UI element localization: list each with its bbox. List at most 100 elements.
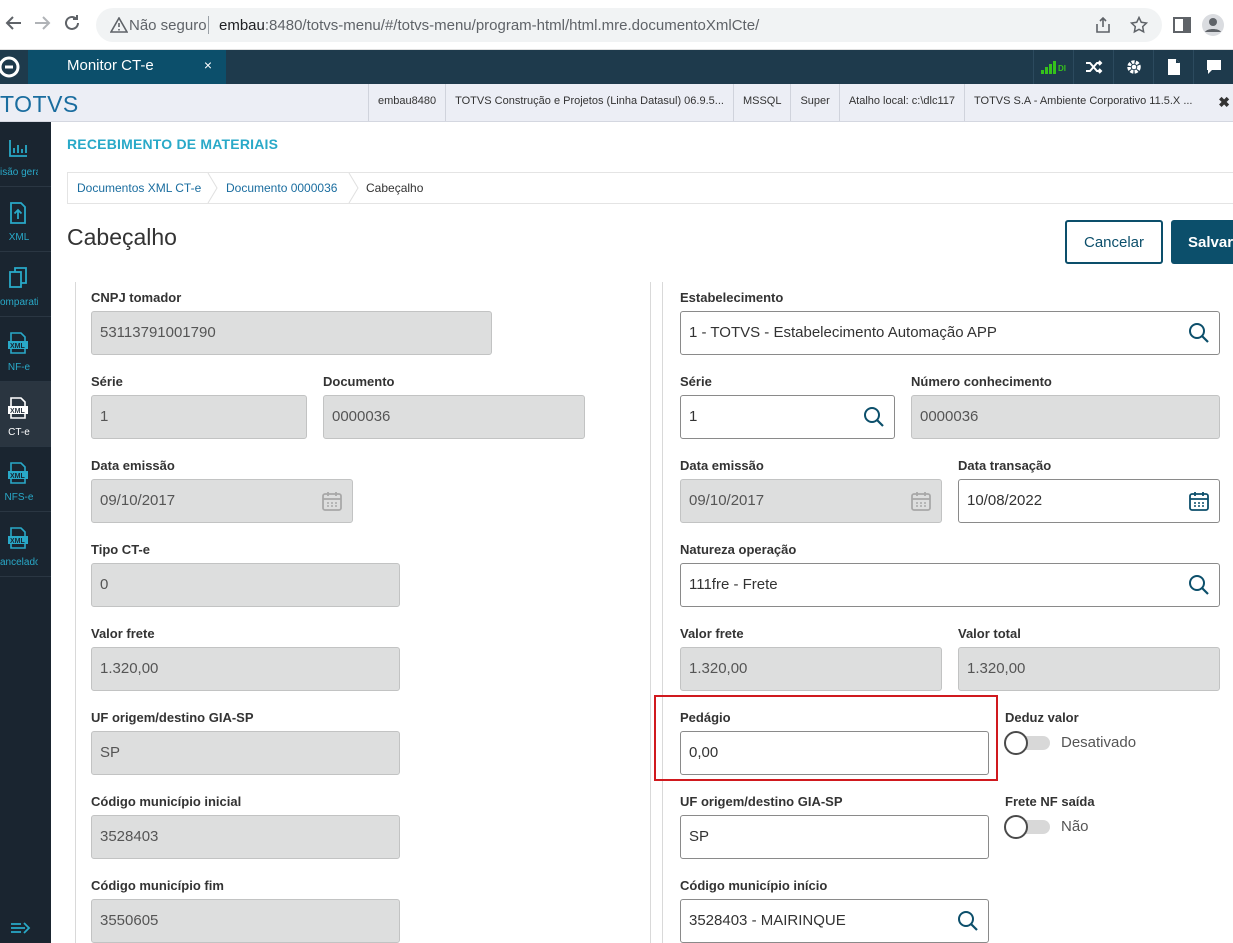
- uf-origem-destino-label: UF origem/destino GIA-SP: [91, 710, 254, 725]
- field-value: SP: [100, 744, 121, 761]
- search-icon[interactable]: [957, 910, 979, 932]
- tab-monitor-cte[interactable]: Monitor CT-e ×: [28, 50, 226, 84]
- data-emissao-label: Data emissão: [680, 458, 764, 473]
- field-value: 3528403: [100, 828, 159, 845]
- back-icon[interactable]: [2, 13, 26, 37]
- document-icon[interactable]: [1153, 50, 1193, 84]
- svg-text:XML: XML: [10, 538, 26, 545]
- xml-file-icon: XML: [8, 462, 28, 484]
- breadcrumb-documentos-xml-cte[interactable]: Documentos XML CT-e: [77, 181, 201, 195]
- field-value: SP: [689, 828, 710, 845]
- data-transacao-input[interactable]: 10/08/2022: [958, 479, 1220, 523]
- save-button[interactable]: Salvar: [1171, 220, 1233, 264]
- breadcrumb-documento[interactable]: Documento 0000036: [226, 181, 337, 195]
- info-close-icon[interactable]: ✖: [1218, 94, 1230, 111]
- sidebar-item-xml[interactable]: XML: [0, 187, 51, 252]
- chat-icon[interactable]: [1193, 50, 1233, 84]
- calendar-icon[interactable]: [1188, 490, 1210, 512]
- sidebar-item-nfe[interactable]: XML NF-e: [0, 317, 51, 382]
- browser-toolbar: Não seguro embau:8480/totvs-menu/#/totvs…: [0, 0, 1233, 50]
- profile-icon[interactable]: [1201, 13, 1225, 37]
- field-value: 1.320,00: [100, 660, 159, 677]
- field-value: 1: [689, 408, 698, 425]
- info-database: MSSQL: [732, 84, 791, 121]
- calendar-icon: [911, 492, 931, 511]
- serie-input[interactable]: 1: [680, 395, 895, 439]
- address-bar[interactable]: Não seguro embau:8480/totvs-menu/#/totvs…: [96, 8, 1162, 42]
- codigo-municipio-fim-label: Código município fim: [91, 878, 224, 893]
- app-header: Monitor CT-e × DI: [0, 50, 1233, 84]
- tipo-cte-label: Tipo CT-e: [91, 542, 150, 557]
- frete-nf-saida-switch[interactable]: [1004, 815, 1052, 839]
- field-value: 09/10/2017: [100, 492, 176, 509]
- environment-info-bar: TOTVS embau8480 TOTVS Construção e Proje…: [0, 84, 1233, 122]
- sidebar-item-label: omparativo: [0, 297, 38, 308]
- codigo-municipio-inicial-label: Código município inicial: [91, 794, 242, 809]
- reload-icon[interactable]: [60, 13, 84, 37]
- share-icon[interactable]: [1094, 16, 1112, 34]
- numero-conhecimento-label: Número conhecimento: [911, 374, 1052, 389]
- documento-field: 0000036: [323, 395, 585, 439]
- left-form-panel: CNPJ tomador 53113791001790 Série 1 Docu…: [75, 282, 651, 943]
- natureza-operacao-label: Natureza operação: [680, 542, 797, 557]
- shuffle-icon[interactable]: [1073, 50, 1113, 84]
- forward-icon[interactable]: [30, 13, 54, 37]
- sidebar-item-nfse[interactable]: XML NFS-e: [0, 447, 51, 512]
- data-emissao-label: Data emissão: [91, 458, 175, 473]
- breadcrumb: Documentos XML CT-e Documento 0000036 Ca…: [67, 172, 1233, 204]
- frete-nf-saida-label: Frete NF saída: [1005, 794, 1095, 809]
- field-value: 0: [100, 576, 109, 593]
- uf-origem-destino-field: SP: [91, 731, 400, 775]
- side-panel-icon[interactable]: [1170, 13, 1194, 37]
- uf-origem-destino-input[interactable]: SP: [680, 815, 989, 859]
- codigo-municipio-inicio-input[interactable]: 3528403 - MAIRINQUE: [680, 899, 989, 943]
- breadcrumb-separator: [207, 173, 218, 203]
- app-logo-icon[interactable]: [0, 54, 26, 80]
- valor-total-field: 1.320,00: [958, 647, 1220, 691]
- info-product: TOTVS Construção e Projetos (Linha Datas…: [445, 84, 733, 121]
- data-transacao-label: Data transação: [958, 458, 1052, 473]
- totvs-logo: TOTVS: [0, 91, 79, 117]
- warning-icon: [110, 17, 128, 33]
- valor-frete-label: Valor frete: [91, 626, 155, 641]
- switch-knob: [1004, 815, 1028, 839]
- field-value: 111fre - Frete: [689, 576, 778, 593]
- signal-icon[interactable]: DI: [1033, 50, 1073, 84]
- search-icon[interactable]: [863, 406, 885, 428]
- data-emissao-field: 09/10/2017: [91, 479, 353, 523]
- sidebar-item-cte[interactable]: XML CT-e: [0, 382, 51, 447]
- tab-label: Monitor CT-e: [67, 57, 154, 74]
- settings-gear-icon[interactable]: [1113, 50, 1153, 84]
- copy-icon: [9, 267, 27, 288]
- deduz-valor-switch[interactable]: [1004, 731, 1052, 755]
- natureza-operacao-input[interactable]: 111fre - Frete: [680, 563, 1220, 607]
- sidebar-item-cancelados[interactable]: XML ancelados: [0, 512, 51, 577]
- info-local-shortcut: Atalho local: c:\dlc117: [838, 84, 964, 121]
- sidebar-item-comparativo[interactable]: omparativo: [0, 252, 51, 317]
- xml-file-icon: XML: [8, 332, 28, 354]
- sidebar-item-visao-geral[interactable]: isão geral: [0, 122, 51, 187]
- svg-text:XML: XML: [10, 343, 26, 350]
- sidebar-item-label: ancelados: [0, 557, 38, 568]
- right-form-panel: Estabelecimento 1 - TOTVS - Estabelecime…: [662, 282, 1233, 943]
- sidebar-item-label: NF-e: [7, 362, 31, 373]
- sidebar-item-label: XML: [8, 232, 30, 243]
- estabelecimento-input[interactable]: 1 - TOTVS - Estabelecimento Automação AP…: [680, 311, 1220, 355]
- field-value: 0000036: [920, 408, 979, 425]
- url-text[interactable]: embau:8480/totvs-menu/#/totvs-menu/progr…: [219, 17, 759, 34]
- search-icon[interactable]: [1188, 322, 1210, 344]
- breadcrumb-separator: [348, 173, 359, 203]
- estabelecimento-label: Estabelecimento: [680, 290, 784, 305]
- cancel-button[interactable]: Cancelar: [1065, 220, 1163, 264]
- star-icon[interactable]: [1130, 16, 1148, 34]
- codigo-municipio-inicio-label: Código município início: [680, 878, 828, 893]
- field-value: 1: [100, 408, 109, 425]
- valor-frete-field: 1.320,00: [91, 647, 400, 691]
- tab-close-icon[interactable]: ×: [204, 57, 212, 73]
- search-icon[interactable]: [1188, 574, 1210, 596]
- frete-nf-saida-state: Não: [1061, 818, 1089, 835]
- serie-field: 1: [91, 395, 307, 439]
- calendar-icon: [322, 492, 342, 511]
- switch-knob: [1004, 731, 1028, 755]
- expand-menu-icon[interactable]: [10, 920, 32, 936]
